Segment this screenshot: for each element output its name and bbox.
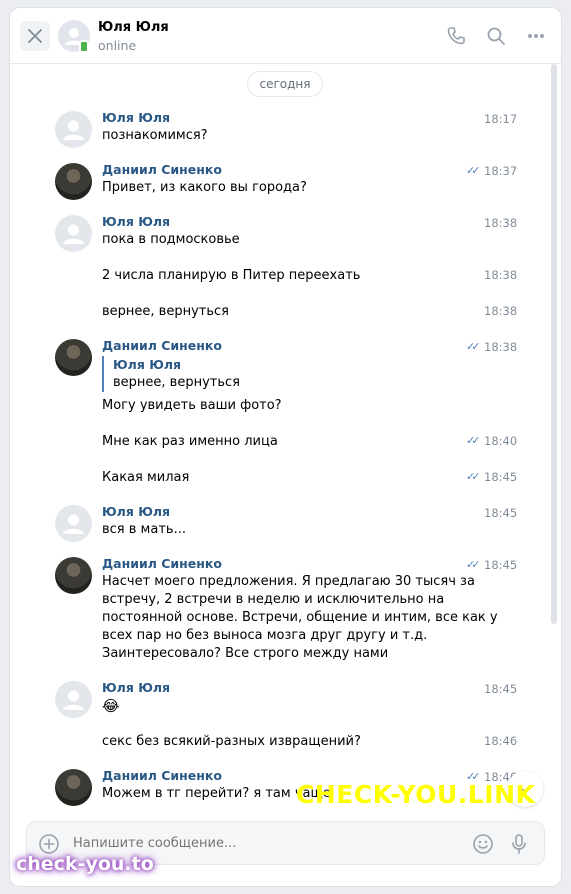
sender-avatar[interactable] bbox=[55, 681, 92, 718]
message-text: пока в подмосковье bbox=[102, 232, 240, 247]
message-sender[interactable]: Даниил Синенко bbox=[102, 338, 222, 353]
online-indicator bbox=[79, 40, 89, 53]
message-time: 18:46 bbox=[484, 734, 518, 748]
message-sender[interactable]: Юля Юля bbox=[102, 504, 170, 519]
message-time: 18:38 bbox=[484, 268, 518, 282]
microphone-icon bbox=[512, 834, 526, 854]
sender-avatar[interactable] bbox=[55, 163, 92, 200]
message-line: встречу, 2 встречи в неделю и исключител… bbox=[102, 592, 445, 607]
sender-avatar[interactable] bbox=[55, 111, 92, 148]
message-time: 18:40 bbox=[484, 434, 518, 448]
message-time: 18:45 bbox=[484, 682, 518, 696]
default-user-icon bbox=[63, 224, 84, 244]
message-time: 18:37 bbox=[484, 164, 518, 178]
search-icon bbox=[487, 27, 505, 45]
default-user-icon bbox=[63, 690, 84, 710]
message-time: 18:45 bbox=[484, 558, 518, 572]
scrollbar[interactable] bbox=[551, 64, 557, 624]
message-time: 18:38 bbox=[484, 304, 518, 318]
reply-quote[interactable]: Юля Юля вернее, вернуться bbox=[102, 356, 302, 392]
message-time: 18:38 bbox=[484, 216, 518, 230]
search-button[interactable] bbox=[484, 24, 508, 48]
message-input[interactable] bbox=[73, 832, 453, 854]
quote-sender: Юля Юля bbox=[113, 357, 182, 372]
message-line: Насчет моего предложения. Я предлагаю 30… bbox=[102, 574, 475, 589]
contact-name[interactable]: Юля Юля bbox=[98, 20, 169, 35]
message-text: вся в мать... bbox=[102, 522, 186, 537]
call-button[interactable] bbox=[444, 24, 468, 48]
sender-avatar[interactable] bbox=[55, 557, 92, 594]
message-text: Мне как раз именно лица bbox=[102, 434, 278, 449]
chat-window: Юля Юля online сегодня Юля Юля познакоми… bbox=[10, 8, 561, 886]
message-text: 😂 bbox=[102, 697, 120, 715]
message-text: познакомимся? bbox=[102, 128, 208, 143]
message-sender[interactable]: Даниил Синенко bbox=[102, 556, 222, 571]
read-check-icon: ✓✓ bbox=[466, 558, 481, 571]
read-check-icon: ✓✓ bbox=[466, 470, 481, 483]
read-check-icon: ✓✓ bbox=[466, 340, 481, 353]
message-sender[interactable]: Даниил Синенко bbox=[102, 162, 222, 177]
message-sender[interactable]: Даниил Синенко bbox=[102, 768, 222, 783]
message-time: 18:45 bbox=[484, 470, 518, 484]
read-check-icon: ✓✓ bbox=[466, 164, 481, 177]
read-check-icon: ✓✓ bbox=[466, 434, 481, 447]
contact-status: online bbox=[98, 38, 137, 53]
smile-icon bbox=[473, 834, 493, 854]
message-text: Насчет моего предложения. Я предлагаю 30… bbox=[102, 573, 498, 663]
message-line: Заинтересовало? Все строго между нами bbox=[102, 646, 389, 661]
quote-text: вернее, вернуться bbox=[113, 375, 240, 390]
message-text: 2 числа планирую в Питер переехать bbox=[102, 268, 361, 283]
message-text: вернее, вернуться bbox=[102, 304, 229, 319]
message-text: Могу увидеть ваши фото? bbox=[102, 398, 282, 413]
plus-circle-icon bbox=[39, 834, 59, 854]
phone-icon bbox=[447, 27, 465, 45]
message-text: Какая милая bbox=[102, 470, 190, 485]
message-line: всех пар но без выноса мозга друг другу … bbox=[102, 628, 428, 643]
default-user-icon bbox=[63, 120, 84, 140]
sender-avatar[interactable] bbox=[55, 339, 92, 376]
message-sender[interactable]: Юля Юля bbox=[102, 110, 170, 125]
message-text: Привет, из какого вы города? bbox=[102, 180, 307, 195]
emoji-button[interactable] bbox=[471, 832, 495, 856]
message-sender[interactable]: Юля Юля bbox=[102, 680, 170, 695]
message-text: секс без всякий-разных извращений? bbox=[102, 734, 361, 749]
close-icon bbox=[28, 29, 42, 43]
chat-header: Юля Юля online bbox=[10, 8, 561, 64]
default-user-icon bbox=[63, 514, 84, 534]
date-divider: сегодня bbox=[248, 72, 322, 96]
more-button[interactable] bbox=[524, 24, 548, 48]
message-time: 18:38 bbox=[484, 340, 518, 354]
sender-avatar[interactable] bbox=[55, 215, 92, 252]
watermark-link: CHECK-YOU.LINK bbox=[296, 780, 536, 809]
voice-button[interactable] bbox=[507, 832, 531, 856]
sender-avatar[interactable] bbox=[55, 505, 92, 542]
sender-avatar[interactable] bbox=[55, 769, 92, 806]
message-time: 18:17 bbox=[484, 112, 518, 126]
watermark-to: check-you.to bbox=[16, 853, 154, 875]
more-icon bbox=[528, 34, 544, 38]
message-time: 18:45 bbox=[484, 506, 518, 520]
close-button[interactable] bbox=[20, 21, 50, 51]
message-line: постоянной основе. Встречи, общение и ин… bbox=[102, 610, 498, 625]
message-sender[interactable]: Юля Юля bbox=[102, 214, 170, 229]
